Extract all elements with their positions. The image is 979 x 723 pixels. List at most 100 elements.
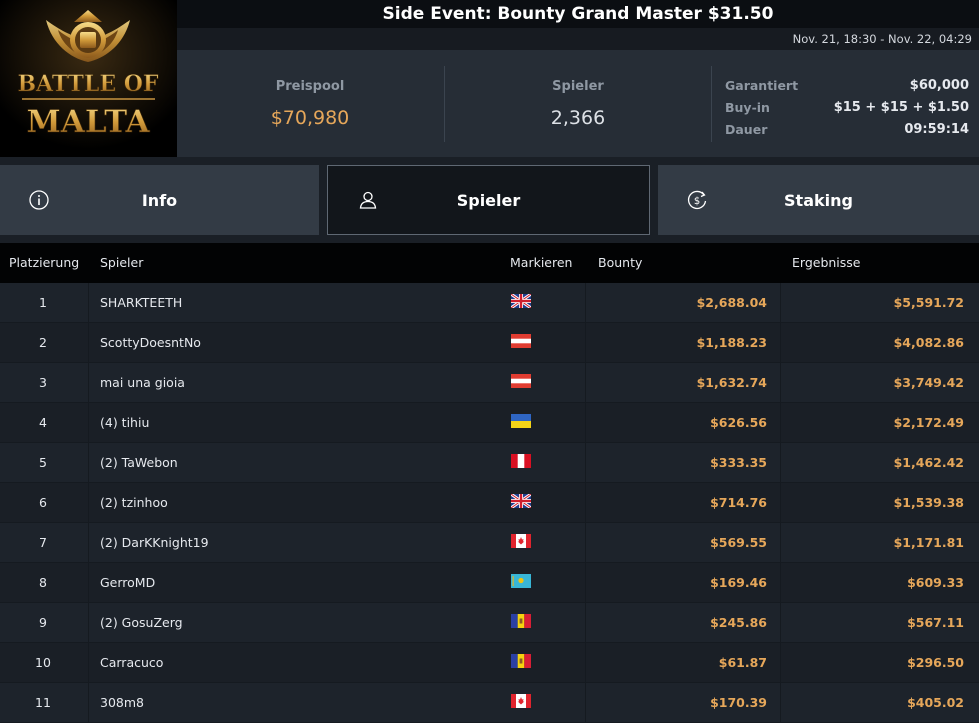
player-name-cell[interactable]: (4) tihiu [100,403,149,443]
result-cell: $567.11 [907,615,964,630]
result-cell: $405.02 [907,695,964,710]
results-table-body: 1 SHARKTEETH $2,688.04 $5,591.72 2 ScottyDoes… [0,283,979,723]
column-separator [88,563,89,603]
column-separator [88,643,89,683]
table-row[interactable]: 7 (2) DarKKnight19 $569.55 $1,171.81 [0,523,979,563]
player-name-cell[interactable]: (2) GosuZerg [100,603,183,643]
players-stat: Spieler 2,366 [443,50,713,157]
col-player-header[interactable]: Spieler [100,243,143,283]
results-table-header: Platzierung Spieler Markieren Bounty Erg… [0,243,979,283]
rank-cell: 2 [39,335,47,350]
players-label: Spieler [552,79,604,94]
bounty-cell: $245.86 [710,615,767,630]
svg-text:$: $ [694,196,700,207]
bounty-cell: $170.39 [710,695,767,710]
player-name-cell[interactable]: (2) DarKKnight19 [100,523,209,563]
result-cell: $4,082.86 [893,335,964,350]
column-separator [585,523,586,563]
at-flag-icon [511,374,531,388]
col-rank-header[interactable]: Platzierung [9,243,79,283]
prizepool-value: $70,980 [270,107,350,129]
tab-staking[interactable]: $ Staking [658,165,979,235]
tab-staking-label: Staking [784,190,853,210]
col-flag-header[interactable]: Markieren [510,243,572,283]
battle-of-malta-logo: BATTLE OF MALTA [0,0,177,157]
tab-players-label: Spieler [456,190,521,210]
table-row[interactable]: 2 ScottyDoesntNo $1,188.23 $4,082.86 [0,323,979,363]
player-name-cell[interactable]: (2) TaWebon [100,443,178,483]
players-value: 2,366 [550,107,606,129]
column-separator [585,363,586,403]
column-separator [780,563,781,603]
result-cell: $1,539.38 [893,495,964,510]
svg-text:MALTA: MALTA [26,104,150,140]
column-separator [88,443,89,483]
column-separator [585,483,586,523]
result-cell: $296.50 [907,655,964,670]
bounty-cell: $61.87 [718,655,767,670]
gb-flag-icon [511,494,531,508]
buyin-row: Buy-in $15 + $15 + $1.50 [725,96,969,118]
tab-info[interactable]: Info [0,165,319,235]
player-name-cell[interactable]: mai una gioia [100,363,185,403]
at-flag-icon [511,334,531,348]
rank-cell: 9 [39,615,47,630]
rank-cell: 1 [39,295,47,310]
column-separator [780,323,781,363]
column-separator [780,483,781,523]
svg-text:BATTLE OF: BATTLE OF [17,71,158,97]
rank-cell: 7 [39,535,47,550]
table-row[interactable]: 5 (2) TaWebon $333.35 $1,462.42 [0,443,979,483]
col-result-header[interactable]: Ergebnisse [792,243,861,283]
guaranteed-row: Garantiert $60,000 [725,74,969,96]
rank-cell: 6 [39,495,47,510]
table-row[interactable]: 3 mai una gioia $1,632.74 $3,749.42 [0,363,979,403]
player-name-cell[interactable]: SHARKTEETH [100,283,182,323]
column-separator [88,363,89,403]
bounty-cell: $626.56 [710,415,767,430]
bounty-cell: $1,188.23 [696,335,767,350]
tournament-details: Garantiert $60,000 Buy-in $15 + $15 + $1… [725,74,969,140]
player-name-cell[interactable]: 308m8 [100,683,144,723]
table-row[interactable]: 1 SHARKTEETH $2,688.04 $5,591.72 [0,283,979,323]
event-title: Side Event: Bounty Grand Master $31.50 [382,4,774,24]
column-separator [585,683,586,723]
column-separator [585,283,586,323]
col-bounty-header[interactable]: Bounty [598,243,642,283]
guaranteed-value: $60,000 [909,77,969,93]
result-cell: $3,749.42 [893,375,964,390]
column-separator [88,603,89,643]
result-cell: $5,591.72 [893,295,964,310]
rank-cell: 5 [39,455,47,470]
table-row[interactable]: 10 Carracuco $61.87 $296.50 [0,643,979,683]
tournament-stats: Preispool $70,980 Spieler 2,366 Garantie… [177,50,979,157]
table-row[interactable]: 8 GerroMD $169.46 $609.33 [0,563,979,603]
player-name-cell[interactable]: (2) tzinhoo [100,483,168,523]
player-name-cell[interactable]: Carracuco [100,643,163,683]
prizepool-stat: Preispool $70,980 [199,50,421,157]
column-separator [585,323,586,363]
kz-flag-icon [511,574,531,588]
info-icon [28,189,50,211]
table-row[interactable]: 4 (4) tihiu $626.56 $2,172.49 [0,403,979,443]
column-separator [88,403,89,443]
column-separator [585,443,586,483]
player-name-cell[interactable]: GerroMD [100,563,155,603]
rank-cell: 4 [39,415,47,430]
column-separator [780,403,781,443]
column-separator [780,443,781,483]
player-name-cell[interactable]: ScottyDoesntNo [100,323,201,363]
tab-players[interactable]: Spieler [327,165,650,235]
table-row[interactable]: 11 308m8 $170.39 $405.02 [0,683,979,723]
column-separator [780,643,781,683]
result-cell: $609.33 [907,575,964,590]
bounty-cell: $2,688.04 [696,295,767,310]
duration-value: 09:59:14 [904,121,969,137]
table-row[interactable]: 6 (2) tzinhoo $714.76 $1,539.38 [0,483,979,523]
column-separator [88,683,89,723]
buyin-value: $15 + $15 + $1.50 [833,99,969,115]
column-separator [780,683,781,723]
table-row[interactable]: 9 (2) GosuZerg $245.86 $567.11 [0,603,979,643]
column-separator [780,283,781,323]
md-flag-icon [511,654,531,668]
